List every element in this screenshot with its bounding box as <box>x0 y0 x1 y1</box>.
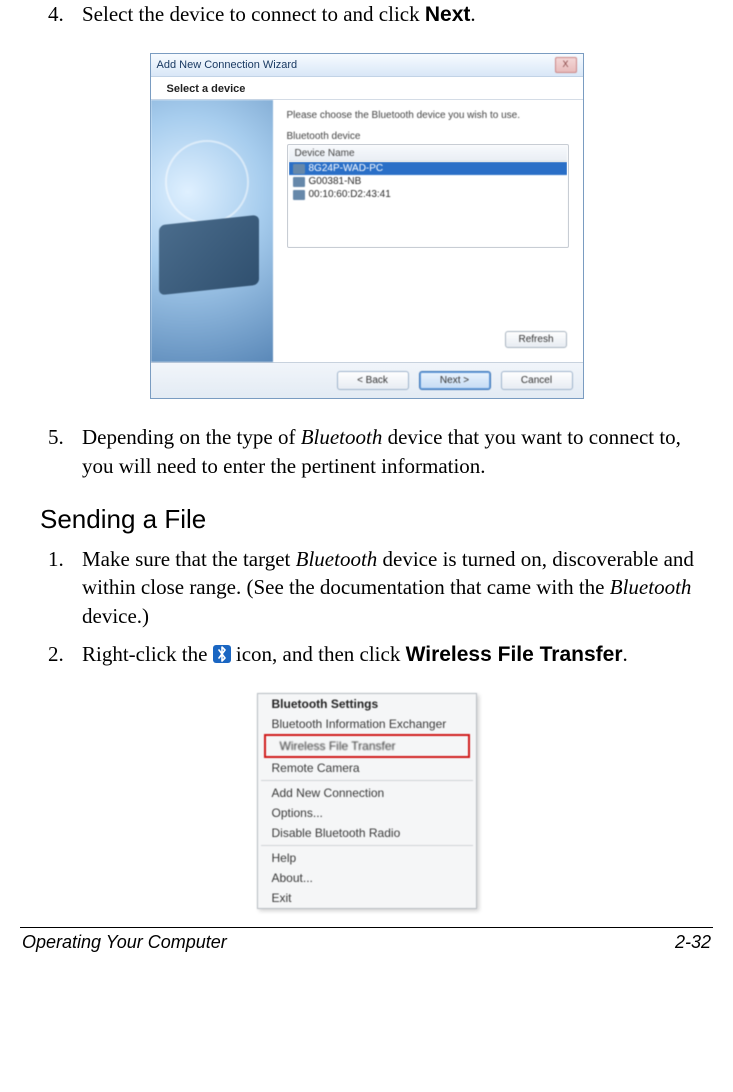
text-fragment: . <box>623 642 628 666</box>
wizard-instruction: Please choose the Bluetooth device you w… <box>287 110 569 121</box>
wizard-main: Please choose the Bluetooth device you w… <box>273 100 583 362</box>
step-text: Select the device to connect to and clic… <box>82 0 476 29</box>
text-fragment: Bluetooth <box>296 547 378 571</box>
bluetooth-icon <box>213 645 231 663</box>
figure-wizard-screenshot: Add New Connection Wizard X Select a dev… <box>20 53 713 399</box>
footer-rule <box>20 927 713 928</box>
text-fragment: Bluetooth <box>610 575 692 599</box>
section-heading: Sending a File <box>40 504 713 535</box>
wizard-body: Please choose the Bluetooth device you w… <box>151 99 583 362</box>
menu-item-exit[interactable]: Exit <box>258 888 476 908</box>
list-item: 4. Select the device to connect to and c… <box>48 0 703 29</box>
wizard-group-label: Bluetooth device <box>287 131 569 142</box>
computer-icon <box>293 164 305 174</box>
device-row[interactable]: G00381-NB <box>289 175 567 188</box>
wizard-step-heading: Select a device <box>151 77 583 99</box>
footer-right: 2-32 <box>675 932 711 953</box>
device-name: 00:10:60:D2:43:41 <box>309 189 391 200</box>
step-list-c: 1. Make sure that the target Bluetooth d… <box>20 545 713 669</box>
text-fragment: device.) <box>82 604 149 628</box>
text-fragment: Depending on the type of <box>82 425 301 449</box>
close-icon[interactable]: X <box>555 57 577 73</box>
device-row[interactable]: 00:10:60:D2:43:41 <box>289 188 567 201</box>
figure-context-menu: Bluetooth Settings Bluetooth Information… <box>20 693 713 909</box>
text-fragment: . <box>470 2 475 26</box>
text-fragment: Right-click the <box>82 642 213 666</box>
ui-label-next: Next <box>425 3 471 26</box>
menu-separator <box>261 845 473 846</box>
wizard-title: Add New Connection Wizard <box>157 59 298 71</box>
menu-item-remote-camera[interactable]: Remote Camera <box>258 758 476 778</box>
menu-item-info-exchanger[interactable]: Bluetooth Information Exchanger <box>258 714 476 734</box>
menu-separator <box>261 780 473 781</box>
wizard-titlebar: Add New Connection Wizard X <box>151 54 583 77</box>
device-row[interactable]: 8G24P-WAD-PC <box>289 162 567 175</box>
text-fragment: Bluetooth <box>301 425 383 449</box>
step-list-a: 4. Select the device to connect to and c… <box>20 0 713 29</box>
refresh-button[interactable]: Refresh <box>505 331 566 348</box>
step-number: 5. <box>48 423 82 480</box>
callout-highlight: Wireless File Transfer <box>264 734 470 758</box>
add-connection-wizard: Add New Connection Wizard X Select a dev… <box>150 53 584 399</box>
device-column-header: Device Name <box>289 146 567 162</box>
list-item: 2. Right-click the icon, and then click … <box>48 640 703 669</box>
next-button[interactable]: Next > <box>419 371 491 390</box>
step-number: 2. <box>48 640 82 669</box>
wizard-footer: < Back Next > Cancel <box>151 362 583 398</box>
device-listbox[interactable]: 8G24P-WAD-PC G00381-NB 00:10:60:D2:43:41 <box>289 162 567 246</box>
step-text: Make sure that the target Bluetooth devi… <box>82 545 703 630</box>
menu-item-options[interactable]: Options... <box>258 803 476 823</box>
menu-item-about[interactable]: About... <box>258 868 476 888</box>
computer-icon <box>293 177 305 187</box>
step-number: 1. <box>48 545 82 630</box>
cancel-button[interactable]: Cancel <box>501 371 573 390</box>
list-item: 1. Make sure that the target Bluetooth d… <box>48 545 703 630</box>
device-name: G00381-NB <box>309 176 362 187</box>
text-fragment: Make sure that the target <box>82 547 296 571</box>
list-item: 5. Depending on the type of Bluetooth de… <box>48 423 703 480</box>
menu-item-disable-radio[interactable]: Disable Bluetooth Radio <box>258 823 476 843</box>
ui-label-wireless-file-transfer: Wireless File Transfer <box>406 643 623 666</box>
page-footer: Operating Your Computer 2-32 <box>20 932 713 959</box>
back-button[interactable]: < Back <box>337 371 409 390</box>
bluetooth-context-menu: Bluetooth Settings Bluetooth Information… <box>257 693 477 909</box>
wizard-device-group: Device Name 8G24P-WAD-PC G00381-NB <box>287 144 569 248</box>
wizard-side-graphic <box>151 100 273 362</box>
device-name: 8G24P-WAD-PC <box>309 163 384 174</box>
menu-item-add-new-connection[interactable]: Add New Connection <box>258 783 476 803</box>
text-fragment: icon, and then click <box>231 642 406 666</box>
step-text: Right-click the icon, and then click Wir… <box>82 640 628 669</box>
step-number: 4. <box>48 0 82 29</box>
menu-item-bluetooth-settings[interactable]: Bluetooth Settings <box>258 694 476 714</box>
footer-left: Operating Your Computer <box>22 932 227 953</box>
computer-icon <box>293 190 305 200</box>
step-list-b: 5. Depending on the type of Bluetooth de… <box>20 423 713 480</box>
menu-item-help[interactable]: Help <box>258 848 476 868</box>
menu-item-wireless-file-transfer[interactable]: Wireless File Transfer <box>266 736 468 756</box>
step-text: Depending on the type of Bluetooth devic… <box>82 423 703 480</box>
text-fragment: Select the device to connect to and clic… <box>82 2 425 26</box>
